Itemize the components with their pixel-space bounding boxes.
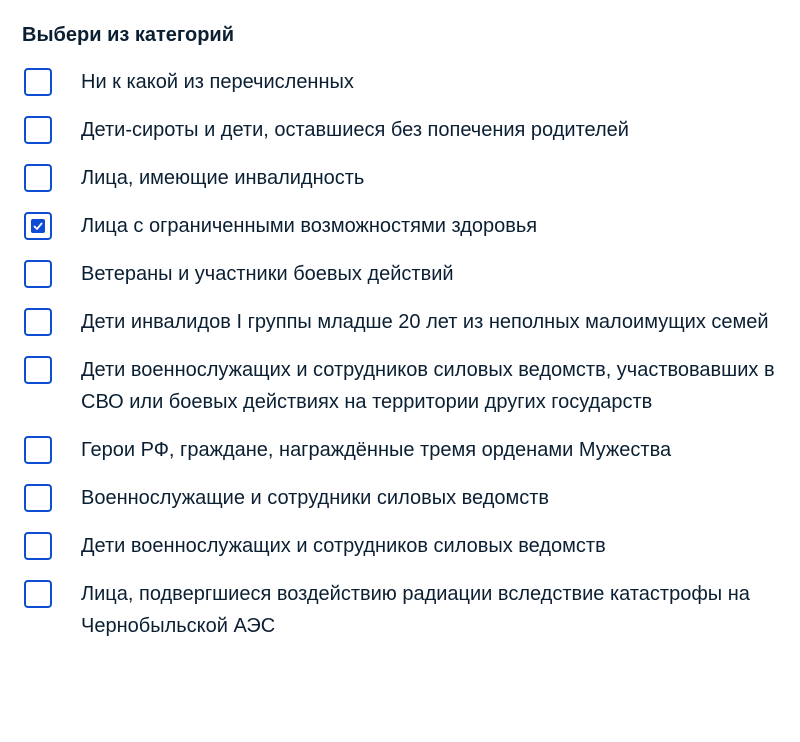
option-label: Лица с ограниченными возможностями здоро… [81, 215, 538, 237]
checkbox[interactable] [24, 532, 52, 560]
category-option-children-of-svo[interactable]: Дети военнослужащих и сотрудников силовы… [22, 356, 780, 418]
checkbox[interactable] [24, 436, 52, 464]
option-label: Герои РФ, граждане, награждённые тремя о… [81, 439, 672, 461]
option-label: Лица, имеющие инвалидность [81, 167, 365, 189]
option-label: Лица, подвергшиеся воздействию радиации … [81, 583, 750, 637]
option-label: Дети инвалидов I группы младше 20 лет из… [81, 311, 769, 333]
category-option-disability[interactable]: Лица, имеющие инвалидность [22, 164, 780, 194]
category-option-veterans[interactable]: Ветераны и участники боевых действий [22, 260, 780, 290]
checkbox[interactable] [24, 260, 52, 288]
option-label: Дети военнослужащих и сотрудников силовы… [81, 359, 775, 413]
option-label: Дети-сироты и дети, оставшиеся без попеч… [81, 119, 629, 141]
option-label: Ни к какой из перечисленных [81, 71, 354, 93]
category-list: Ни к какой из перечисленных Дети-сироты … [22, 68, 780, 642]
option-label: Дети военнослужащих и сотрудников силовы… [81, 535, 606, 557]
category-option-limited-health[interactable]: Лица с ограниченными возможностями здоро… [22, 212, 780, 242]
category-option-none[interactable]: Ни к какой из перечисленных [22, 68, 780, 98]
page-title: Выбери из категорий [22, 24, 235, 46]
category-option-orphans[interactable]: Дети-сироты и дети, оставшиеся без попеч… [22, 116, 780, 146]
checkbox[interactable] [24, 68, 52, 96]
checkbox[interactable] [24, 116, 52, 144]
option-label: Военнослужащие и сотрудники силовых ведо… [81, 487, 550, 509]
checkbox[interactable] [24, 580, 52, 608]
category-option-children-of-disabled[interactable]: Дети инвалидов I группы младше 20 лет из… [22, 308, 780, 338]
category-form: Выбери из категорий Ни к какой из перечи… [0, 0, 800, 642]
category-option-children-of-military[interactable]: Дети военнослужащих и сотрудников силовы… [22, 532, 780, 562]
checkbox[interactable] [24, 212, 52, 240]
option-label: Ветераны и участники боевых действий [81, 263, 454, 285]
checkbox[interactable] [24, 164, 52, 192]
checkmark-icon [31, 219, 45, 233]
checkbox[interactable] [24, 356, 52, 384]
checkbox[interactable] [24, 308, 52, 336]
category-option-military[interactable]: Военнослужащие и сотрудники силовых ведо… [22, 484, 780, 514]
checkbox[interactable] [24, 484, 52, 512]
category-option-chernobyl[interactable]: Лица, подвергшиеся воздействию радиации … [22, 580, 780, 642]
category-option-heroes[interactable]: Герои РФ, граждане, награждённые тремя о… [22, 436, 780, 466]
